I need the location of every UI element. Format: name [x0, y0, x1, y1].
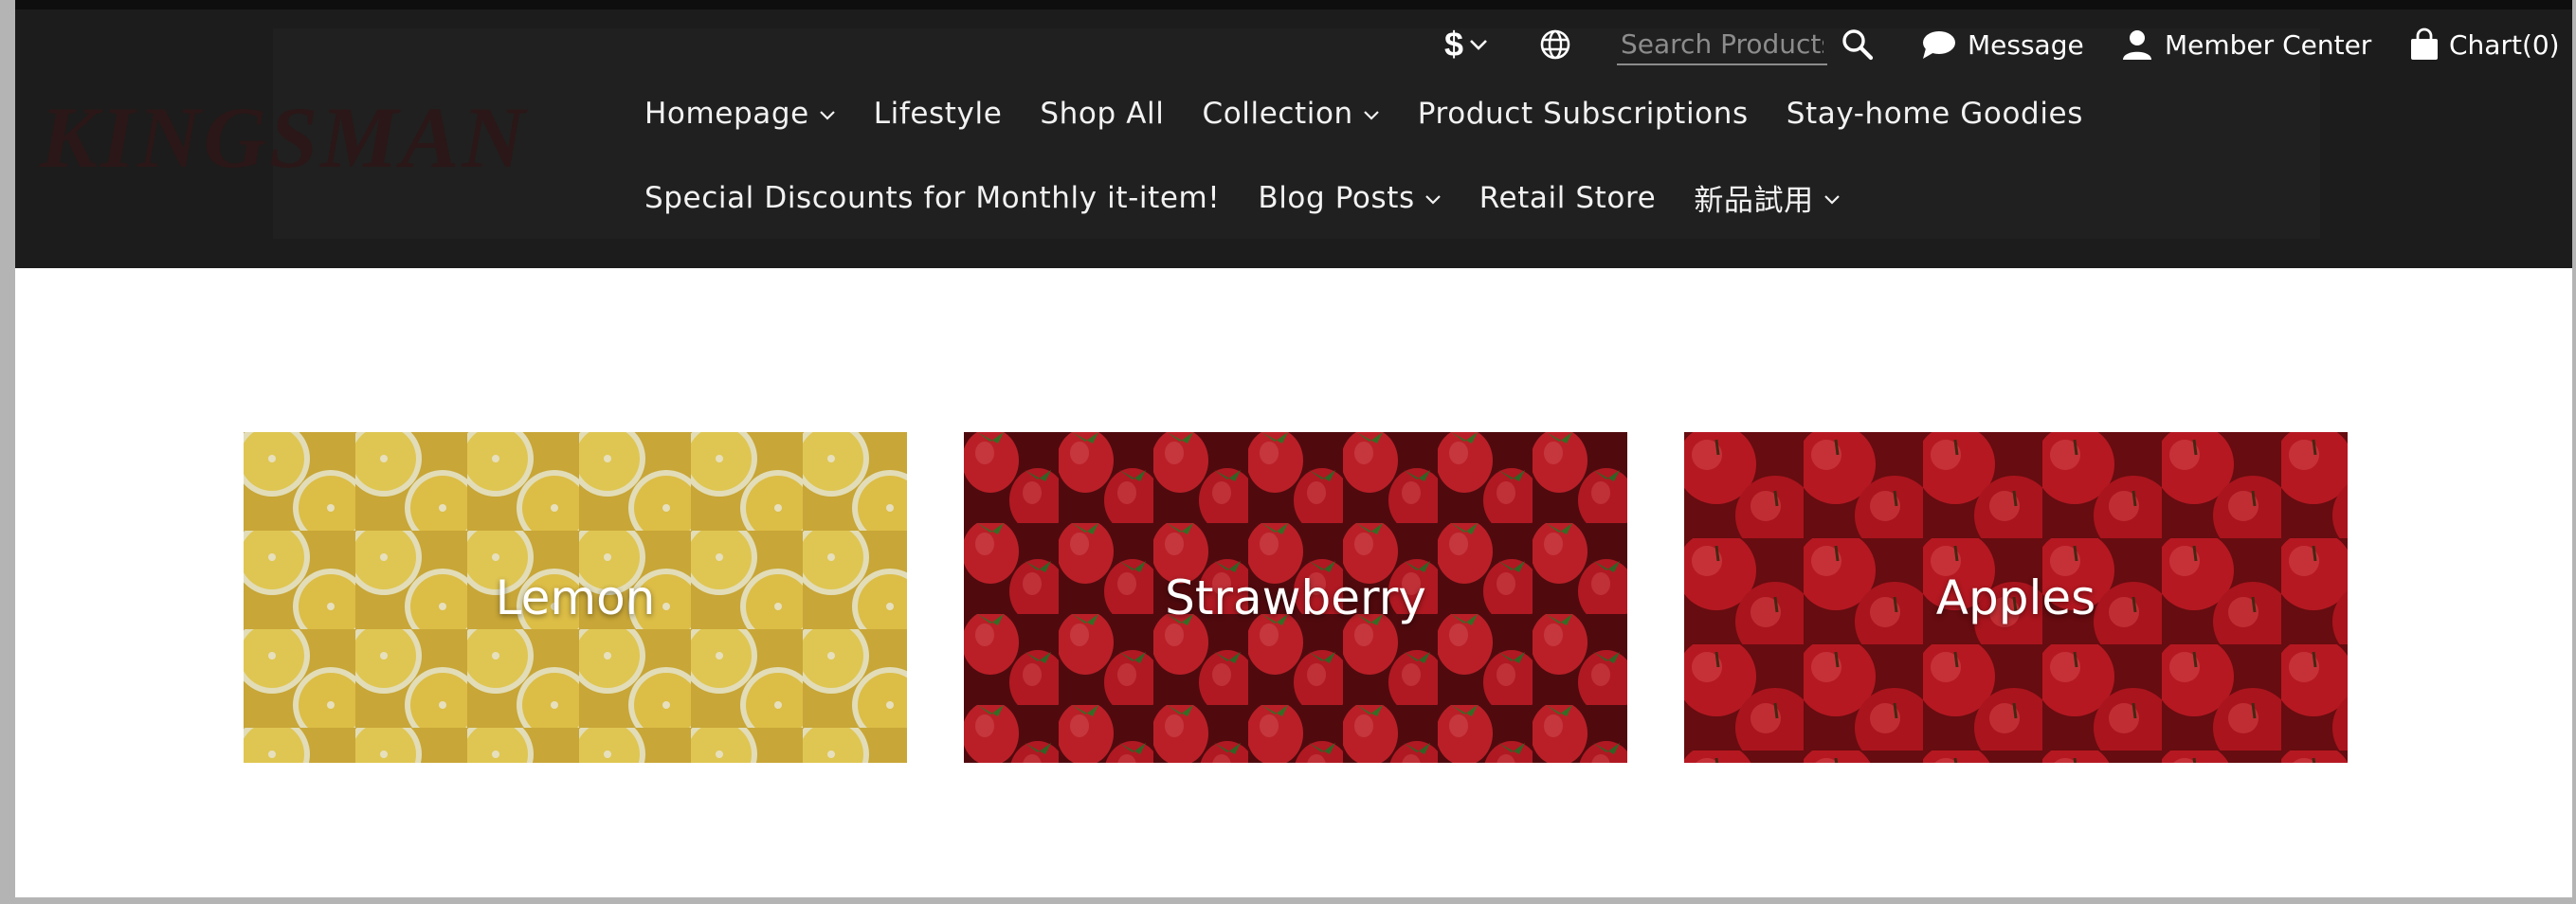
- category-card-strawberry[interactable]: Strawberry: [964, 432, 1627, 763]
- category-card-apples[interactable]: Apples: [1684, 432, 2348, 763]
- currency-selector[interactable]: $: [1444, 19, 1488, 70]
- member-center-label: Member Center: [2165, 28, 2372, 61]
- category-label: Apples: [1935, 570, 2096, 625]
- nav-blog-posts[interactable]: Blog Posts: [1258, 181, 1441, 215]
- search-button[interactable]: [1841, 27, 1875, 62]
- brand-logo[interactable]: KINGSMAN: [40, 87, 528, 188]
- chevron-down-icon: [1823, 194, 1840, 205]
- site-header: KINGSMAN $ Message: [0, 0, 2576, 268]
- member-center-link[interactable]: Member Center: [2121, 19, 2371, 70]
- search-icon: [1842, 29, 1874, 61]
- chevron-down-icon: [1364, 111, 1379, 120]
- message-link[interactable]: Message: [1920, 19, 2084, 70]
- message-label: Message: [1968, 28, 2084, 61]
- user-icon: [2123, 30, 2151, 60]
- nav-label: Collection: [1202, 97, 1353, 131]
- shopping-bag-icon: [2411, 27, 2438, 60]
- nav-label: Shop All: [1040, 97, 1165, 131]
- nav-shop-all[interactable]: Shop All: [1040, 97, 1164, 131]
- nav-label: 新品試用: [1694, 184, 1814, 218]
- nav-retail-store[interactable]: Retail Store: [1479, 181, 1657, 215]
- nav-label: Retail Store: [1478, 180, 1657, 215]
- category-label: Strawberry: [1165, 570, 1426, 625]
- currency-symbol: $: [1444, 25, 1464, 63]
- chevron-down-icon: [820, 111, 835, 120]
- nav-product-subscriptions[interactable]: Product Subscriptions: [1418, 97, 1749, 131]
- chevron-down-icon: [1470, 40, 1487, 50]
- nav-special-discounts[interactable]: Special Discounts for Monthly it-item!: [644, 181, 1220, 215]
- nav-new-product-trial[interactable]: 新品試用: [1694, 176, 1840, 219]
- nav-label: Lifestyle: [873, 97, 1003, 131]
- globe-icon: [1540, 29, 1570, 60]
- nav-lifestyle[interactable]: Lifestyle: [874, 97, 1003, 131]
- product-search: [1617, 19, 1875, 70]
- cart-link[interactable]: Chart(0): [2407, 19, 2560, 70]
- cart-label: Chart(0): [2449, 28, 2560, 61]
- search-input[interactable]: [1617, 24, 1827, 65]
- main-nav-row-1: Homepage Lifestyle Shop All Collection P…: [644, 97, 2121, 131]
- chat-bubble-icon: [1923, 31, 1955, 59]
- language-selector[interactable]: [1539, 19, 1571, 70]
- nav-stay-home-goodies[interactable]: Stay-home Goodies: [1787, 97, 2083, 131]
- main-nav-row-2: Special Discounts for Monthly it-item! B…: [644, 176, 1878, 219]
- nav-label: Special Discounts for Monthly it-item!: [644, 180, 1221, 215]
- category-card-lemon[interactable]: Lemon: [244, 432, 907, 763]
- nav-label: Homepage: [644, 97, 809, 131]
- nav-collection[interactable]: Collection: [1202, 97, 1379, 131]
- nav-label: Blog Posts: [1258, 180, 1415, 215]
- nav-label: Product Subscriptions: [1417, 97, 1749, 131]
- nav-homepage[interactable]: Homepage: [644, 97, 836, 131]
- chevron-down-icon: [1424, 194, 1441, 205]
- nav-label: Stay-home Goodies: [1786, 97, 2083, 131]
- category-label: Lemon: [495, 570, 656, 625]
